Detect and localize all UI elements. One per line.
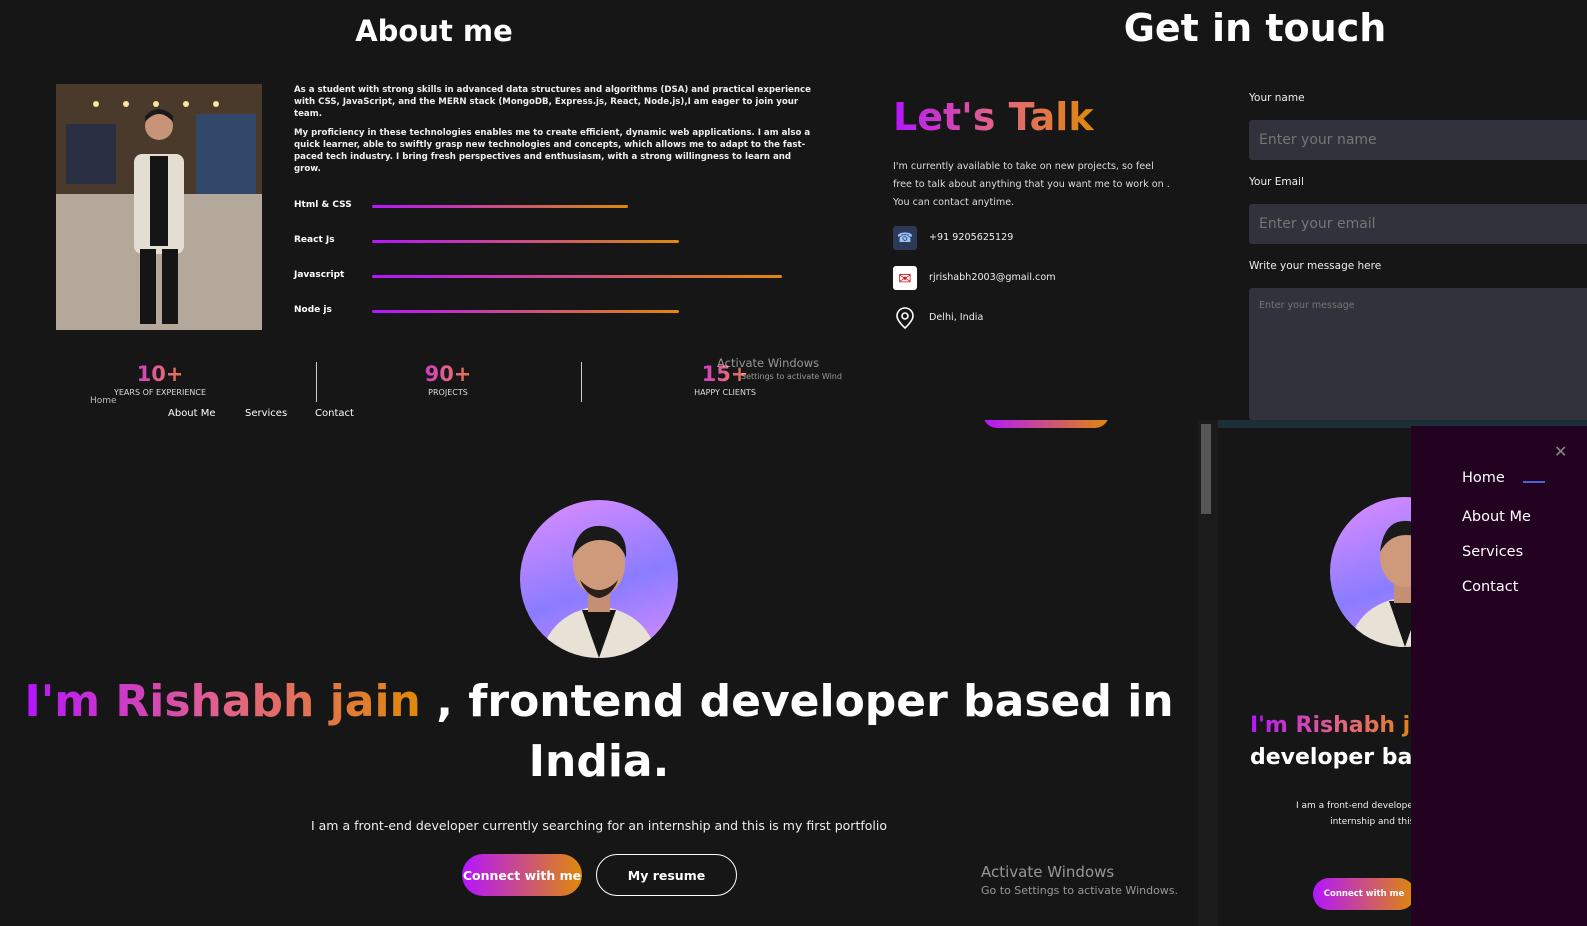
mobile-sub-line1: I am a front-end developer c xyxy=(1296,801,1425,811)
scrollbar-thumb[interactable] xyxy=(1201,424,1211,514)
windows-activation-notice: Activate Windows Settings to activate Wi… xyxy=(717,356,842,381)
name-label: Your name xyxy=(1249,92,1305,104)
message-label: Write your message here xyxy=(1249,260,1382,272)
about-text: As a student with strong skills in advan… xyxy=(294,84,814,182)
nav-home[interactable]: Home xyxy=(90,396,117,406)
about-title: About me xyxy=(355,14,513,48)
name-input[interactable] xyxy=(1249,120,1587,160)
hero-avatar xyxy=(520,500,678,658)
location-pin-icon xyxy=(893,306,917,330)
stat-experience: 10+ YEARS OF EXPERIENCE xyxy=(110,362,210,397)
stat-caption: HAPPY CLIENTS xyxy=(694,388,756,397)
windows-activation-notice: Activate Windows Go to Settings to activ… xyxy=(981,863,1178,897)
lets-talk-heading: Let's Talk xyxy=(893,95,1094,139)
phone-number: +91 9205625129 xyxy=(929,232,1014,243)
stat-projects: 90+ PROJECTS xyxy=(398,362,498,397)
mobile-connect-button[interactable]: Connect with me xyxy=(1313,878,1415,910)
contact-section: Get in touch Let's Talk I'm currently av… xyxy=(875,0,1587,420)
skill-label: Javascript xyxy=(294,270,345,280)
hero-section: I'm Rishabh jain , frontend developer ba… xyxy=(0,420,1198,926)
contact-title: Get in touch xyxy=(1123,6,1387,50)
header-nav: Home About Me Services Contact xyxy=(90,396,490,420)
stat-divider xyxy=(581,362,582,402)
close-icon[interactable]: ✕ xyxy=(1554,442,1567,461)
activation-line-1: Activate Windows xyxy=(981,863,1115,881)
skill-label: React Js xyxy=(294,235,335,245)
skill-bar xyxy=(372,310,679,313)
mobile-nav-drawer: ✕ Home About Me Services Contact xyxy=(1411,426,1587,926)
stat-value: 90+ xyxy=(398,362,498,386)
about-photo xyxy=(56,84,262,330)
hero-title: I'm Rishabh jain , frontend developer ba… xyxy=(0,672,1198,792)
skill-bar xyxy=(372,205,628,208)
drawer-item-services[interactable]: Services xyxy=(1462,544,1523,560)
activation-line-1: Activate Windows xyxy=(717,356,820,370)
skill-label: Html & CSS xyxy=(294,200,352,210)
nav-connect-button[interactable] xyxy=(983,420,1109,428)
mobile-title-name: I'm Rishabh ja xyxy=(1250,710,1425,742)
drawer-active-underline xyxy=(1523,481,1545,483)
mail-icon: ✉ xyxy=(893,266,917,290)
hero-title-rest: , frontend developer based in India. xyxy=(420,676,1174,787)
skill-bar xyxy=(372,240,679,243)
drawer-item-about-me[interactable]: About Me xyxy=(1462,509,1531,525)
phone-icon: ☎ xyxy=(893,226,917,250)
hero-subtitle: I am a front-end developer currently sea… xyxy=(310,818,887,833)
message-textarea[interactable] xyxy=(1249,288,1587,420)
about-paragraph-1: As a student with strong skills in advan… xyxy=(294,85,811,119)
stat-value: 10+ xyxy=(110,362,210,386)
about-section: About me As a student with strong skills… xyxy=(0,0,875,420)
nav-contact[interactable]: Contact xyxy=(315,408,354,419)
email-address[interactable]: rjrishabh2003@gmail.com xyxy=(929,272,1056,283)
connect-button[interactable]: Connect with me xyxy=(462,854,582,896)
resume-button[interactable]: My resume xyxy=(596,854,737,896)
activation-line-2: Go to Settings to activate Windows. xyxy=(981,884,1179,897)
mobile-hero-subtitle: I am a front-end developer c internship … xyxy=(1296,798,1424,830)
contact-description: I'm currently available to take on new p… xyxy=(893,161,1170,208)
activation-line-2: Settings to activate Wind xyxy=(741,372,842,381)
about-paragraph-2: My proficiency in these technologies ena… xyxy=(294,128,811,174)
drawer-item-home[interactable]: Home xyxy=(1462,470,1505,486)
hero-title-name: I'm Rishabh jain xyxy=(24,676,421,727)
location-text: Delhi, India xyxy=(929,312,984,323)
email-label: Your Email xyxy=(1249,176,1304,188)
drawer-item-contact[interactable]: Contact xyxy=(1462,579,1518,595)
skill-bar xyxy=(372,275,782,278)
skill-label: Node js xyxy=(294,305,332,315)
nav-about-me[interactable]: About Me xyxy=(168,408,216,419)
nav-services[interactable]: Services xyxy=(245,408,287,419)
email-input[interactable] xyxy=(1249,204,1587,244)
